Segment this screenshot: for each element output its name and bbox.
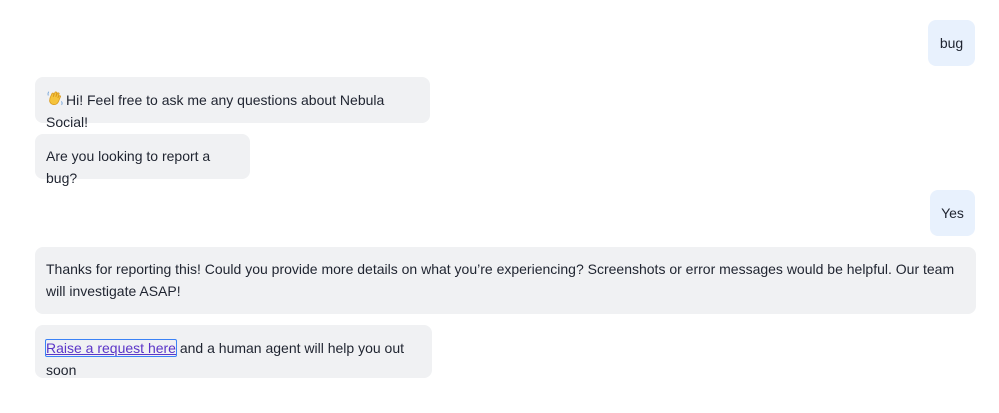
user-message-bubble: Yes — [930, 190, 975, 236]
bot-message-bubble: Are you looking to report a bug? — [35, 134, 250, 186]
bot-message-text: Thanks for reporting this! Could you pro… — [46, 261, 955, 299]
bot-message-bubble: Raise a request here and a human agent w… — [35, 325, 432, 378]
user-message-text: Yes — [941, 205, 964, 221]
waving-hand-icon — [46, 89, 64, 107]
raise-request-link[interactable]: Raise a request here — [45, 339, 177, 357]
chat-thread: bug Hi! Feel free to ask me any question… — [0, 0, 999, 413]
bot-message-text: Are you looking to report a bug? — [46, 148, 211, 186]
bot-message-text: Hi! Feel free to ask me any questions ab… — [46, 92, 385, 130]
user-message-bubble: bug — [928, 20, 975, 66]
bot-message-bubble: Hi! Feel free to ask me any questions ab… — [35, 77, 430, 130]
user-message-text: bug — [939, 35, 964, 51]
bot-message-bubble: Thanks for reporting this! Could you pro… — [35, 247, 976, 314]
